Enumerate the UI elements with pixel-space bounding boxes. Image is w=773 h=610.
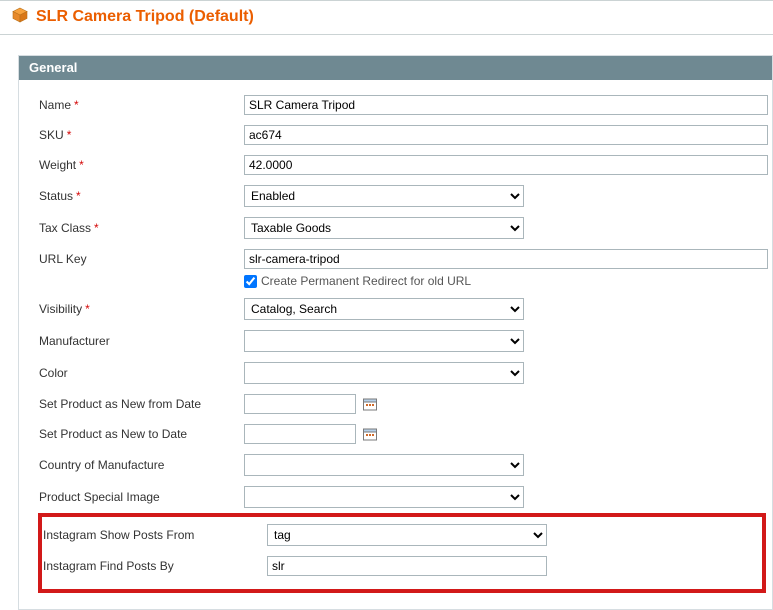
field-manufacturer: Manufacturer xyxy=(19,325,772,357)
label-visibility: Visibility xyxy=(39,302,82,316)
label-ig-show: Instagram Show Posts From xyxy=(43,528,194,542)
color-select[interactable] xyxy=(244,362,524,384)
label-sku: SKU xyxy=(39,128,64,142)
required-marker: * xyxy=(76,189,81,203)
manufacturer-select[interactable] xyxy=(244,330,524,352)
special-image-select[interactable] xyxy=(244,486,524,508)
field-ig-show: Instagram Show Posts From tag xyxy=(42,519,762,551)
required-marker: * xyxy=(67,128,72,142)
required-marker: * xyxy=(85,302,90,316)
field-new-to: Set Product as New to Date xyxy=(19,419,772,449)
label-new-to: Set Product as New to Date xyxy=(39,427,187,441)
new-from-input[interactable] xyxy=(244,394,356,414)
general-panel: General Name* SKU* Weight* Status* Enabl… xyxy=(18,55,773,610)
field-sku: SKU* xyxy=(19,120,772,150)
field-url-key: URL Key Create Permanent Redirect for ol… xyxy=(19,244,772,293)
label-tax-class: Tax Class xyxy=(39,221,91,235)
redirect-checkbox[interactable] xyxy=(244,275,257,288)
field-weight: Weight* xyxy=(19,150,772,180)
status-select[interactable]: Enabled xyxy=(244,185,524,207)
url-key-input[interactable] xyxy=(244,249,768,269)
label-url-key: URL Key xyxy=(39,252,87,266)
field-ig-find: Instagram Find Posts By xyxy=(42,551,762,581)
field-color: Color xyxy=(19,357,772,389)
name-input[interactable] xyxy=(244,95,768,115)
calendar-icon[interactable] xyxy=(362,426,378,442)
field-name: Name* xyxy=(19,90,772,120)
label-new-from: Set Product as New from Date xyxy=(39,397,201,411)
field-new-from: Set Product as New from Date xyxy=(19,389,772,419)
product-icon xyxy=(12,7,28,26)
new-to-input[interactable] xyxy=(244,424,356,444)
required-marker: * xyxy=(79,158,84,172)
field-tax-class: Tax Class* Taxable Goods xyxy=(19,212,772,244)
page-title: SLR Camera Tripod (Default) xyxy=(36,8,254,26)
label-status: Status xyxy=(39,189,73,203)
weight-input[interactable] xyxy=(244,155,768,175)
sku-input[interactable] xyxy=(244,125,768,145)
label-manufacturer: Manufacturer xyxy=(39,334,110,348)
field-special-image: Product Special Image xyxy=(19,481,772,513)
field-visibility: Visibility* Catalog, Search xyxy=(19,293,772,325)
page-header: SLR Camera Tripod (Default) xyxy=(0,1,773,35)
label-ig-find: Instagram Find Posts By xyxy=(43,559,174,573)
label-weight: Weight xyxy=(39,158,76,172)
tax-class-select[interactable]: Taxable Goods xyxy=(244,217,524,239)
ig-show-select[interactable]: tag xyxy=(267,524,547,546)
field-status: Status* Enabled xyxy=(19,180,772,212)
calendar-icon[interactable] xyxy=(362,396,378,412)
label-special-image: Product Special Image xyxy=(39,490,160,504)
field-country: Country of Manufacture xyxy=(19,449,772,481)
highlighted-instagram-fields: Instagram Show Posts From tag Instagram … xyxy=(38,513,766,593)
label-redirect: Create Permanent Redirect for old URL xyxy=(261,274,471,288)
visibility-select[interactable]: Catalog, Search xyxy=(244,298,524,320)
ig-find-input[interactable] xyxy=(267,556,547,576)
label-country: Country of Manufacture xyxy=(39,458,164,472)
country-select[interactable] xyxy=(244,454,524,476)
required-marker: * xyxy=(94,221,99,235)
label-color: Color xyxy=(39,366,68,380)
required-marker: * xyxy=(74,98,79,112)
panel-heading: General xyxy=(19,56,772,80)
label-name: Name xyxy=(39,98,71,112)
